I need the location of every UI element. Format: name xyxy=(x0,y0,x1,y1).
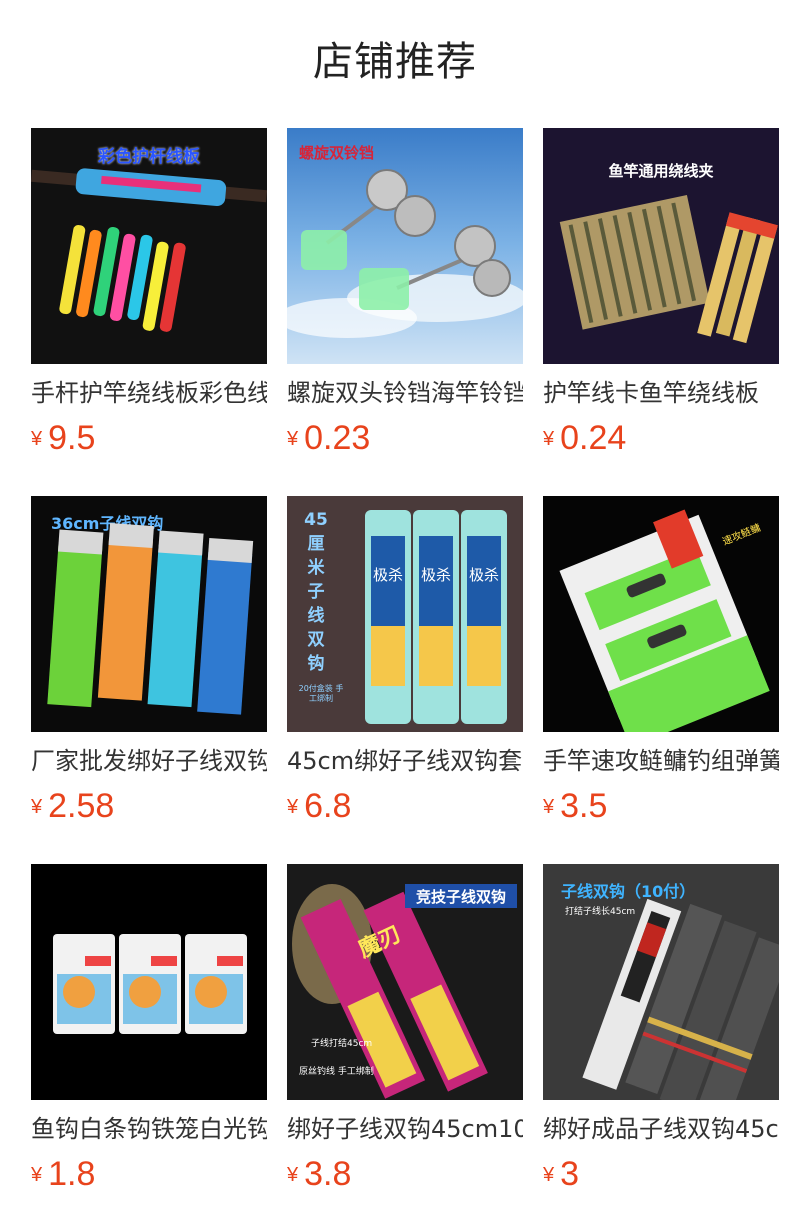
image-caption-small: 原丝钓线 手工绑制 xyxy=(299,1067,374,1077)
product-image[interactable]: 竞技子线双钩 魔刃 子线打结45cm 原丝钓线 手工绑制 xyxy=(287,864,523,1100)
product-price: ¥3 xyxy=(543,1154,779,1194)
price-value: 3 xyxy=(560,1155,580,1193)
product-card[interactable]: 45厘米子线双钩 20付盒装 手工绑制 极杀 极杀 极杀 45cm绑好子线双钩套… xyxy=(287,496,523,826)
price-value: 0.24 xyxy=(560,419,627,457)
currency-symbol: ¥ xyxy=(287,796,299,818)
product-card[interactable]: 鱼竿通用绕线夹 护竿线卡鱼竿绕线板 ¥ 0.24 xyxy=(543,128,779,458)
product-price: ¥2.58 xyxy=(31,786,267,826)
image-caption: 竞技子线双钩 xyxy=(415,888,506,906)
product-card[interactable]: 36cm子线双钩 厂家批发绑好子线双钩 ¥2.58 xyxy=(31,496,267,826)
product-price: ¥6.8 xyxy=(287,786,523,826)
product-card[interactable]: 螺旋双铃铛 螺旋双头铃铛海竿铃铛 ¥0.23 xyxy=(287,128,523,458)
currency-symbol: ¥ xyxy=(543,796,555,818)
product-name[interactable]: 45cm绑好子线双钩套装 xyxy=(287,744,523,778)
product-image[interactable]: 速攻鲢鳙 xyxy=(543,496,779,732)
product-card[interactable]: 鱼钩白条钩铁笼白光钩 ¥1.8 xyxy=(31,864,267,1194)
price-value: 9.5 xyxy=(48,419,96,457)
product-name[interactable]: 绑好子线双钩45cm10付 xyxy=(287,1112,523,1146)
product-card[interactable]: 速攻鲢鳙 手竿速攻鲢鳙钓组弹簧 ¥3.5 xyxy=(543,496,779,826)
product-name[interactable]: 螺旋双头铃铛海竿铃铛 xyxy=(287,376,523,410)
product-name[interactable]: 鱼钩白条钩铁笼白光钩 xyxy=(31,1112,267,1146)
price-value: 6.8 xyxy=(304,787,352,825)
currency-symbol: ¥ xyxy=(543,428,555,450)
product-name[interactable]: 手杆护竿绕线板彩色线 xyxy=(31,376,267,410)
price-value: 0.23 xyxy=(304,419,371,457)
product-image[interactable]: 子线双钩（10付） 打结子线长45cm xyxy=(543,864,779,1100)
box-label: 极杀 xyxy=(420,566,451,584)
product-card[interactable]: 彩色护杆线板 手杆护竿绕线板彩色线 ¥ 9.5 xyxy=(31,128,267,458)
price-value: 3.8 xyxy=(304,1155,352,1193)
product-price: ¥1.8 xyxy=(31,1154,267,1194)
product-image[interactable]: 螺旋双铃铛 xyxy=(287,128,523,364)
product-name[interactable]: 厂家批发绑好子线双钩 xyxy=(31,744,267,778)
product-name[interactable]: 护竿线卡鱼竿绕线板 xyxy=(543,376,779,410)
product-price: ¥9.5 xyxy=(31,418,267,458)
product-price: ¥0.24 xyxy=(543,418,779,458)
product-image[interactable]: 36cm子线双钩 xyxy=(31,496,267,732)
product-card[interactable]: 竞技子线双钩 魔刃 子线打结45cm 原丝钓线 手工绑制 绑好子线双钩45cm1… xyxy=(287,864,523,1194)
product-name[interactable]: 手竿速攻鲢鳙钓组弹簧 xyxy=(543,744,779,778)
currency-symbol: ¥ xyxy=(31,1164,43,1186)
product-price: ¥3.8 xyxy=(287,1154,523,1194)
price-value: 3.5 xyxy=(560,787,608,825)
product-name[interactable]: 绑好成品子线双钩45cm xyxy=(543,1112,779,1146)
shop-recommend-page: 店铺推荐 彩色护杆线板 手杆护竿绕线板彩色线 ¥ 9.5 螺旋双铃铛 螺旋双头铃… xyxy=(0,0,790,1232)
product-image[interactable] xyxy=(31,864,267,1100)
price-value: 2.58 xyxy=(48,787,115,825)
currency-symbol: ¥ xyxy=(31,428,43,450)
currency-symbol: ¥ xyxy=(287,1164,299,1186)
currency-symbol: ¥ xyxy=(31,796,43,818)
product-card[interactable]: 子线双钩（10付） 打结子线长45cm 绑好成品子线双钩45cm ¥ 3 xyxy=(543,864,779,1194)
product-image[interactable]: 彩色护杆线板 xyxy=(31,128,267,364)
box-label: 极杀 xyxy=(372,566,403,584)
page-title: 店铺推荐 xyxy=(313,39,477,85)
product-image[interactable]: 45厘米子线双钩 20付盒装 手工绑制 极杀 极杀 极杀 xyxy=(287,496,523,732)
product-price: ¥0.23 xyxy=(287,418,523,458)
price-value: 1.8 xyxy=(48,1155,96,1193)
currency-symbol: ¥ xyxy=(543,1164,555,1186)
product-image[interactable]: 鱼竿通用绕线夹 xyxy=(543,128,779,364)
currency-symbol: ¥ xyxy=(287,428,299,450)
product-price: ¥3.5 xyxy=(543,786,779,826)
image-caption-small: 子线打结45cm xyxy=(311,1039,373,1049)
box-label: 极杀 xyxy=(468,566,499,584)
